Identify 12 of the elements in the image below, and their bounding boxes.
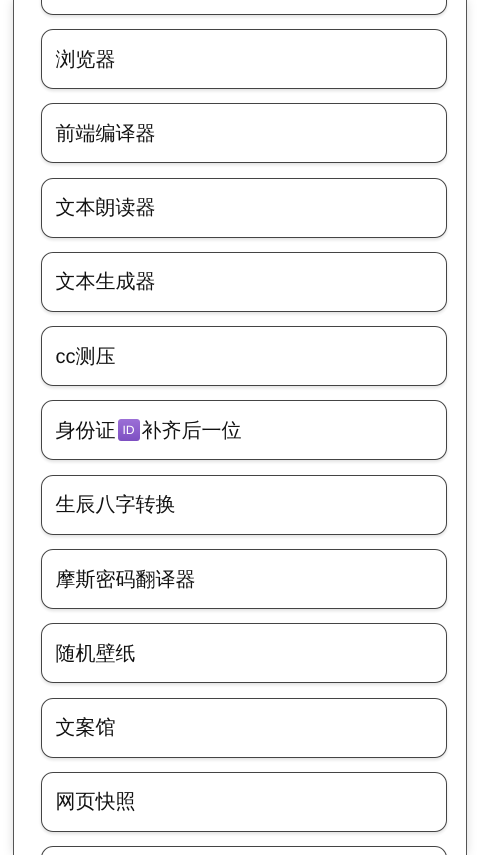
- tool-card[interactable]: 摩斯密码翻译器: [40, 549, 447, 610]
- tool-card[interactable]: 前端编译器: [40, 103, 447, 164]
- tool-card[interactable]: cc测压: [40, 326, 447, 386]
- tool-card[interactable]: 文本生成器: [40, 252, 447, 312]
- id-badge: ID: [118, 419, 140, 442]
- tool-card[interactable]: 身份证 ID 补齐后一位: [40, 400, 447, 460]
- tool-card[interactable]: 生辰八字转换: [40, 474, 447, 535]
- tool-card[interactable]: 文本朗读器: [40, 178, 447, 238]
- tool-card[interactable]: 浏览器: [40, 29, 447, 89]
- tool-card[interactable]: 随机壁纸: [40, 623, 447, 684]
- tool-card[interactable]: 网页快照: [40, 772, 447, 832]
- tool-card[interactable]: 文案馆: [40, 698, 447, 758]
